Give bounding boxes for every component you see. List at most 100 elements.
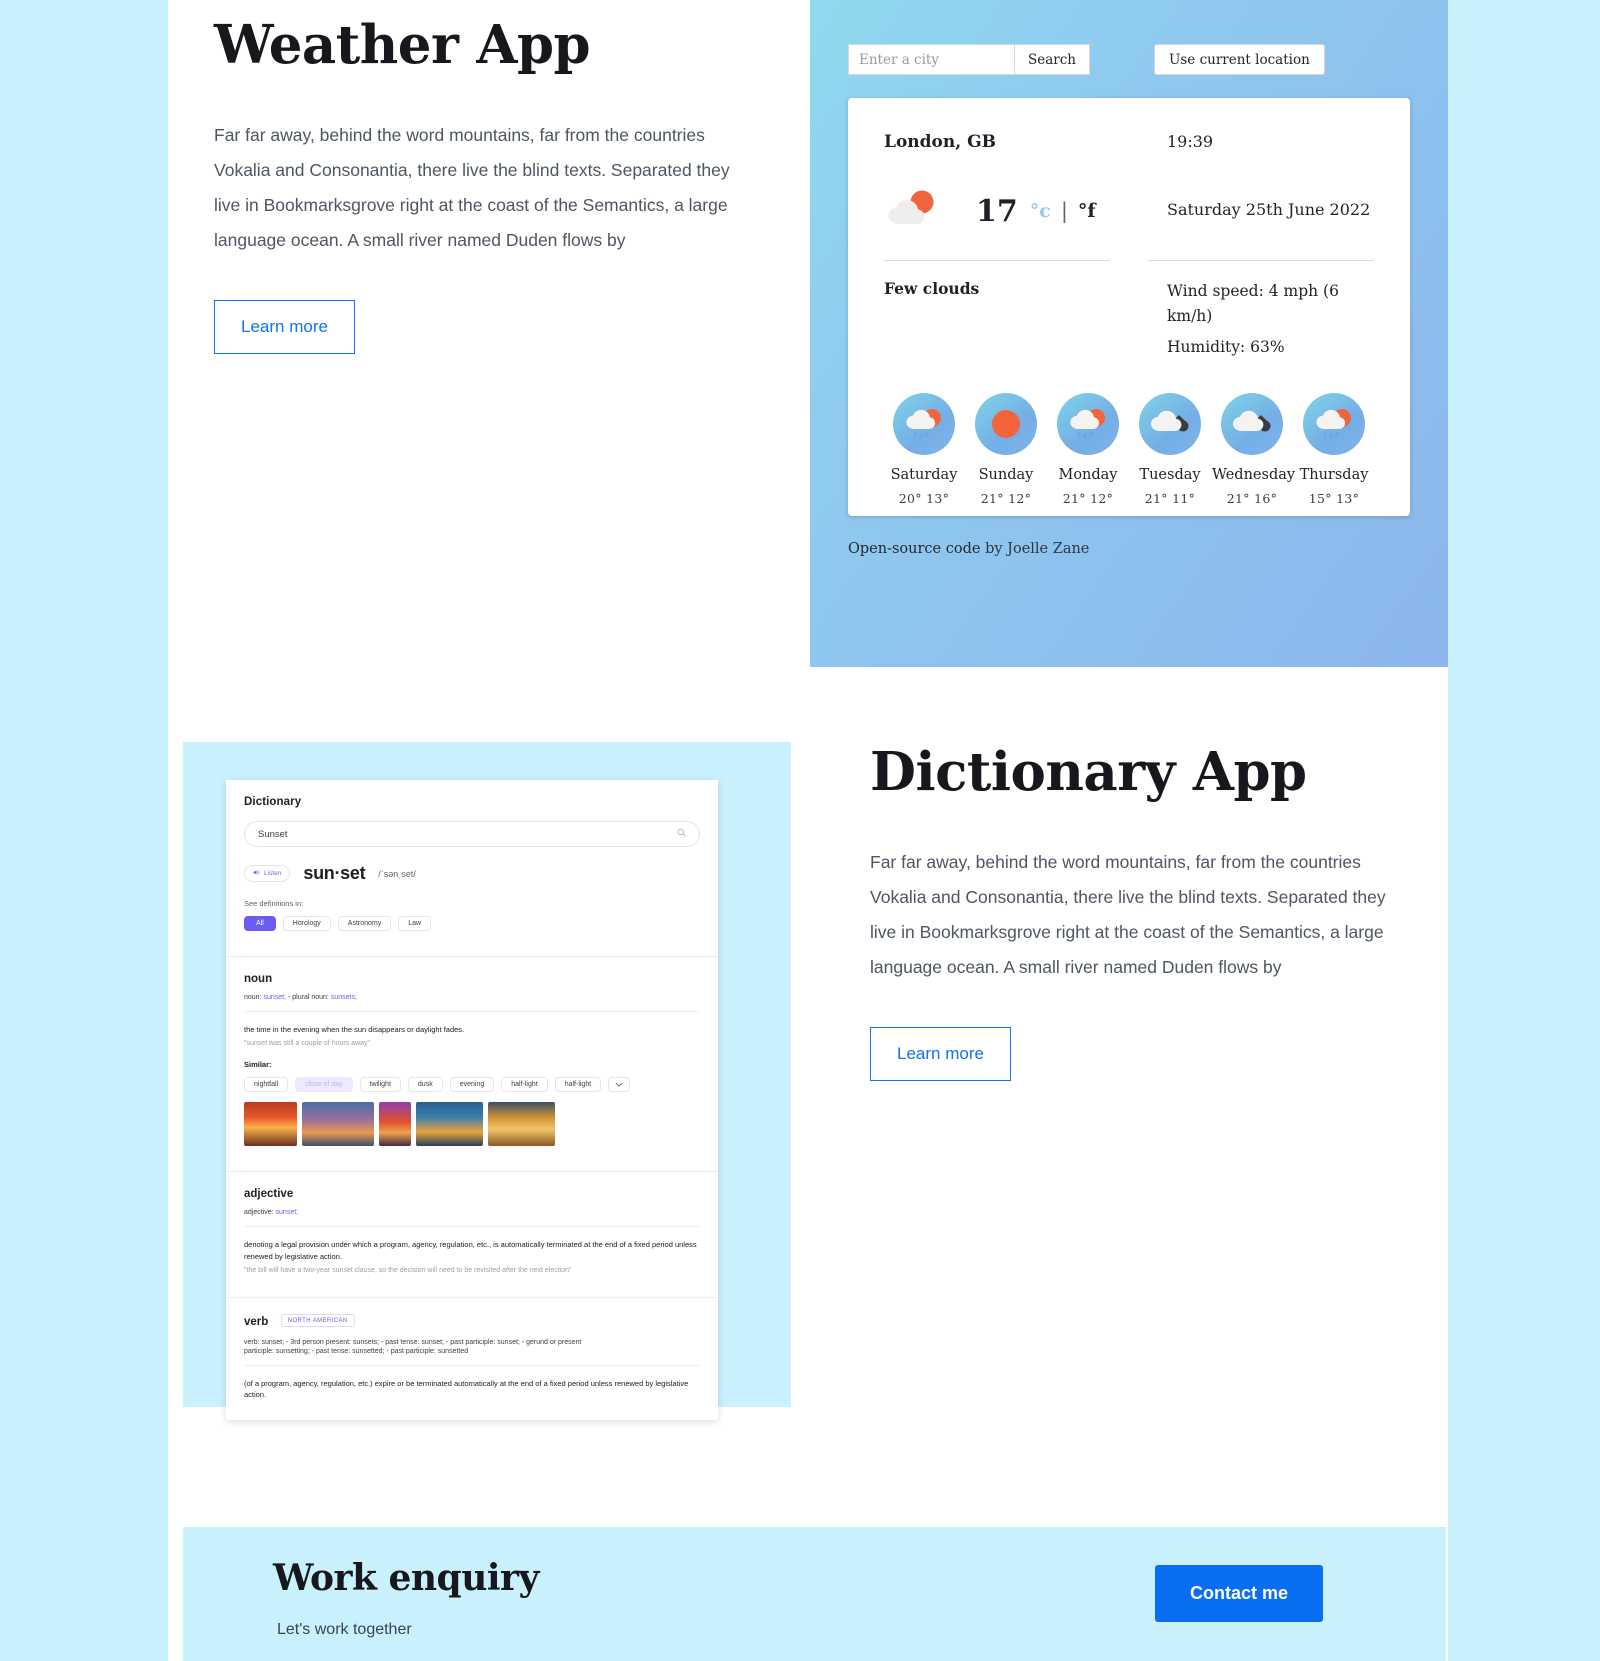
- city-search-group: Search: [848, 44, 1090, 75]
- category-chip-astronomy[interactable]: Astronomy: [337, 916, 392, 931]
- unit-celsius-link[interactable]: °c: [1030, 200, 1051, 222]
- similar-chip[interactable]: close of day: [295, 1077, 353, 1093]
- noun-divider: [244, 1011, 700, 1012]
- dictionary-headword-row: Listen sun·set /ˈsənˌset/: [244, 863, 700, 884]
- category-chip-law[interactable]: Law: [398, 916, 432, 931]
- category-chip-horology[interactable]: Horology: [282, 916, 331, 931]
- similar-chip[interactable]: half-light: [501, 1077, 548, 1093]
- dictionary-category-chips: All Horology Astronomy Law: [244, 916, 700, 931]
- chevron-down-icon[interactable]: [608, 1077, 631, 1093]
- noun-form-plural: sunsets;: [330, 994, 357, 1001]
- weather-wind-speed: Wind speed: 4 mph (6 km/h): [1167, 282, 1339, 325]
- dictionary-app-paragraph: Far far away, behind the word mountains,…: [870, 851, 1386, 977]
- forecast-low: 13°: [1336, 491, 1360, 507]
- dictionary-shot-header: Dictionary Sunset Listen sun·set /ˈsənˌs…: [226, 780, 718, 947]
- adjective-example: "the bill will have a two-year sunset cl…: [244, 1266, 572, 1274]
- forecast-high: 21°: [1062, 491, 1086, 507]
- forecast-day-temps: 15° 13°: [1294, 491, 1374, 506]
- dictionary-learn-more-button[interactable]: Learn more: [870, 1026, 1011, 1081]
- noun-example: "sunset was still a couple of hours away…: [244, 1040, 370, 1048]
- cloud-dark-icon: [1139, 393, 1201, 456]
- dictionary-verb-block: verb NORTH AMERICAN verb: sunset; - 3rd …: [226, 1296, 718, 1417]
- dictionary-noun-block: noun noun: sunset; - plural noun: sunset…: [226, 956, 718, 1163]
- similar-chip[interactable]: nightfall: [244, 1077, 289, 1093]
- noun-form-word: sunset;: [263, 994, 287, 1001]
- page-root: Weather App Far far away, behind the wor…: [0, 0, 1600, 1661]
- thumbnail-sunset-3[interactable]: [379, 1102, 411, 1147]
- similar-chip[interactable]: half-light: [554, 1077, 602, 1093]
- forecast-day-name: Saturday: [890, 467, 958, 484]
- weather-text-column: Weather App Far far away, behind the wor…: [214, 17, 744, 354]
- dictionary-app-screenshot[interactable]: Dictionary Sunset Listen sun·set /ˈsənˌs…: [226, 780, 718, 1420]
- weather-card-top: London, GB 17 °c | °f 19:39 Saturday 25t…: [884, 132, 1374, 238]
- adjective-form-word: sunset;: [275, 1209, 299, 1217]
- forecast-low: 16°: [1254, 491, 1278, 507]
- thumbnail-sunset-2[interactable]: [302, 1102, 374, 1147]
- similar-chip[interactable]: dusk: [407, 1077, 443, 1093]
- sun-cloud-rain-icon: [1303, 393, 1365, 456]
- forecast-day[interactable]: Tuesday 21° 11°: [1130, 393, 1210, 506]
- work-enquiry-band: Work enquiry Let's work together Contact…: [183, 1527, 1446, 1661]
- listen-button[interactable]: Listen: [244, 865, 291, 882]
- dictionary-adjective-block: adjective adjective: sunset; denoting a …: [226, 1171, 718, 1288]
- weather-city: London, GB: [884, 132, 996, 152]
- forecast-day-name: Tuesday: [1139, 467, 1201, 484]
- forecast-day[interactable]: Sunday 21° 12°: [966, 393, 1046, 506]
- unit-fahrenheit-link[interactable]: °f: [1078, 200, 1096, 222]
- adjective-definition: denoting a legal provision under which a…: [244, 1240, 697, 1261]
- verb-definition: (of a program, agency, regulation, etc.)…: [244, 1378, 689, 1399]
- use-current-location-button[interactable]: Use current location: [1154, 44, 1325, 75]
- speaker-icon: [253, 869, 260, 878]
- weather-condition: Few clouds: [884, 279, 980, 298]
- dictionary-app-title: Dictionary: [244, 796, 302, 808]
- part-of-speech-verb: verb: [244, 1315, 269, 1328]
- forecast-high: 21°: [1144, 491, 1168, 507]
- dictionary-search-field[interactable]: Sunset: [244, 821, 700, 847]
- noun-forms-prefix: noun:: [244, 994, 262, 1001]
- dictionary-text-column: Dictionary App Far far away, behind the …: [870, 744, 1400, 1081]
- forecast-day-name: Wednesday: [1212, 467, 1296, 484]
- weather-controls: Search Use current location: [848, 44, 1325, 75]
- city-search-button[interactable]: Search: [1014, 44, 1090, 75]
- forecast-day-temps: 20° 13°: [884, 491, 964, 506]
- contact-me-button[interactable]: Contact me: [1155, 1565, 1323, 1622]
- forecast-day[interactable]: Saturday 20° 13°: [884, 393, 964, 506]
- sun-behind-cloud-icon: [884, 188, 944, 234]
- listen-label: Listen: [264, 870, 282, 877]
- similar-chip[interactable]: twilight: [359, 1077, 401, 1093]
- similar-chips: nightfall close of day twilight dusk eve…: [244, 1077, 700, 1093]
- verb-forms-line-1: verb: sunset; - 3rd person present: suns…: [244, 1338, 582, 1346]
- weather-temperature-row: 17 °c | °f: [884, 184, 1129, 238]
- category-chip-all[interactable]: All: [244, 916, 276, 931]
- cloud-dark-icon: [1221, 393, 1283, 456]
- weather-credit-prefix[interactable]: Open-source code: [848, 541, 980, 557]
- forecast-day[interactable]: Thursday 15° 13°: [1294, 393, 1374, 506]
- forecast-day[interactable]: Wednesday 21° 16°: [1212, 393, 1296, 506]
- forecast-day-name: Sunday: [978, 467, 1034, 484]
- weather-time: 19:39: [1167, 132, 1214, 151]
- similar-label: Similar:: [244, 1060, 272, 1070]
- weather-date: Saturday 25th June 2022: [1167, 200, 1371, 219]
- city-search-input[interactable]: [848, 44, 1014, 75]
- thumbnail-sunset-5[interactable]: [488, 1102, 555, 1147]
- see-definitions-label: See definitions in:: [244, 899, 304, 908]
- dictionary-headword: sun·set: [303, 863, 366, 883]
- thumbnail-sunset-1[interactable]: [244, 1102, 297, 1147]
- sun-cloud-rain-icon: [893, 393, 955, 456]
- forecast-high: 15°: [1308, 491, 1332, 507]
- similar-thumbnails: [244, 1102, 700, 1147]
- weather-credit-suffix: by Joelle Zane: [985, 541, 1090, 557]
- sun-icon: [975, 393, 1037, 456]
- weather-meta-col: Wind speed: 4 mph (6 km/h) Humidity: 63%: [1129, 261, 1374, 359]
- forecast-day[interactable]: Monday 21° 12°: [1048, 393, 1128, 506]
- similar-chip[interactable]: evening: [449, 1077, 495, 1093]
- weather-widget-panel: Search Use current location London, GB: [810, 0, 1448, 667]
- weather-humidity: Humidity: 63%: [1167, 337, 1285, 356]
- weather-learn-more-button[interactable]: Learn more: [214, 299, 355, 354]
- thumbnail-sunset-4[interactable]: [416, 1102, 483, 1147]
- verb-forms-line-2: participle: sunsetting; - past tense: su…: [244, 1347, 469, 1355]
- forecast-day-temps: 21° 16°: [1212, 491, 1292, 506]
- forecast-low: 13°: [926, 491, 950, 507]
- search-icon[interactable]: [677, 828, 686, 840]
- adjective-divider: [244, 1226, 700, 1228]
